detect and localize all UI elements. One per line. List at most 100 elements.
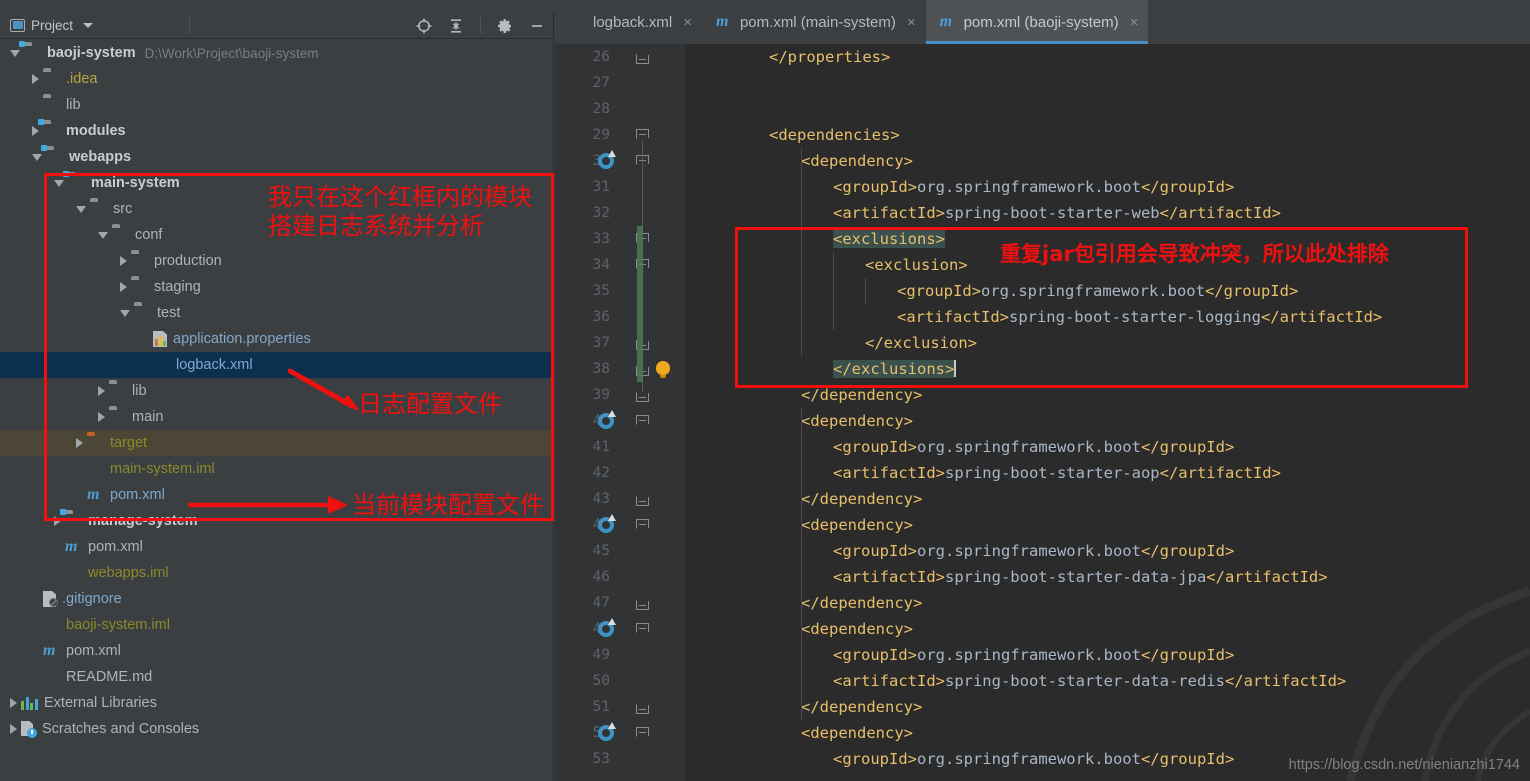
tree-item-external-libraries[interactable]: External Libraries	[0, 690, 553, 716]
code-line-35[interactable]: <groupId>org.springframework.boot</group…	[897, 278, 1298, 304]
gutter-row-29[interactable]: 29	[555, 122, 685, 148]
gutter-row-52[interactable]: 52	[555, 720, 685, 746]
tree-item-staging[interactable]: staging	[0, 274, 553, 300]
tree-item-gitignore[interactable]: .gitignore	[0, 586, 553, 612]
code-line-30[interactable]: <dependency>	[801, 148, 913, 174]
fold-expand-icon[interactable]	[636, 393, 649, 402]
code-line-46[interactable]: <artifactId>spring-boot-starter-data-jpa…	[833, 564, 1328, 590]
gutter-row-50[interactable]: 50	[555, 668, 685, 694]
code-line-53[interactable]: <groupId>org.springframework.boot</group…	[833, 746, 1234, 772]
collapse-all-icon[interactable]	[448, 18, 464, 34]
tree-item-baoji-system-iml[interactable]: baoji-system.iml	[0, 612, 553, 638]
fold-collapse-icon[interactable]	[636, 623, 649, 632]
collapse-arrow-icon[interactable]	[120, 282, 127, 292]
fold-expand-icon[interactable]	[636, 55, 649, 64]
intention-bulb-icon[interactable]	[656, 361, 670, 378]
code-line-48[interactable]: <dependency>	[801, 616, 913, 642]
gutter-row-26[interactable]: 26	[555, 44, 685, 70]
expand-arrow-icon[interactable]	[32, 153, 42, 161]
collapse-arrow-icon[interactable]	[98, 412, 105, 422]
tree-item-baoji-system[interactable]: baoji-system D:\Work\Project\baoji-system	[0, 40, 553, 66]
gutter-row-44[interactable]: 44	[555, 512, 685, 538]
code-line-47[interactable]: </dependency>	[801, 590, 922, 616]
tree-item-test[interactable]: test	[0, 300, 553, 326]
fold-collapse-icon[interactable]	[636, 129, 649, 138]
vcs-change-marker[interactable]	[637, 226, 643, 382]
tab-logback[interactable]: <> logback.xml ×	[555, 0, 702, 44]
fold-collapse-icon[interactable]	[636, 415, 649, 424]
code-line-26[interactable]: </properties>	[769, 44, 890, 70]
code-line-49[interactable]: <groupId>org.springframework.boot</group…	[833, 642, 1234, 668]
collapse-arrow-icon[interactable]	[120, 256, 127, 266]
code-line-45[interactable]: <groupId>org.springframework.boot</group…	[833, 538, 1234, 564]
maven-dependency-marker-icon[interactable]	[598, 150, 616, 169]
settings-gear-icon[interactable]	[497, 18, 513, 34]
tree-item-main-system-iml[interactable]: main-system.iml	[0, 456, 553, 482]
maven-dependency-marker-icon[interactable]	[598, 410, 616, 429]
maven-dependency-marker-icon[interactable]	[598, 722, 616, 741]
locate-in-tree-icon[interactable]	[416, 18, 432, 34]
gutter-row-41[interactable]: 41	[555, 434, 685, 460]
code-line-40[interactable]: <dependency>	[801, 408, 913, 434]
gutter-row-31[interactable]: 31	[555, 174, 685, 200]
fold-expand-icon[interactable]	[636, 497, 649, 506]
tree-item-idea[interactable]: .idea	[0, 66, 553, 92]
tab-close-icon[interactable]: ×	[907, 14, 916, 31]
expand-arrow-icon[interactable]	[120, 309, 130, 317]
code-line-36[interactable]: <artifactId>spring-boot-starter-logging<…	[897, 304, 1382, 330]
tree-item-webapps[interactable]: webapps	[0, 144, 553, 170]
code-line-38[interactable]: </exclusions>	[833, 356, 956, 382]
gutter-row-42[interactable]: 42	[555, 460, 685, 486]
fold-expand-icon[interactable]	[636, 601, 649, 610]
chevron-down-icon[interactable]	[83, 22, 94, 28]
code-line-41[interactable]: <groupId>org.springframework.boot</group…	[833, 434, 1234, 460]
code-line-42[interactable]: <artifactId>spring-boot-starter-aop</art…	[833, 460, 1281, 486]
gutter-row-53[interactable]: 53	[555, 746, 685, 772]
code-line-34[interactable]: <exclusion>	[865, 252, 968, 278]
editor-gutter[interactable]: 26 27 28 29 30 31 32 33 34 35 36 37 38 39 40 41 42 43 44 45…	[555, 44, 685, 781]
gutter-row-34[interactable]: 34	[555, 252, 685, 278]
collapse-arrow-icon[interactable]	[10, 724, 17, 734]
code-line-43[interactable]: </dependency>	[801, 486, 922, 512]
code-line-50[interactable]: <artifactId>spring-boot-starter-data-red…	[833, 668, 1346, 694]
collapse-arrow-icon[interactable]	[54, 516, 61, 526]
tree-item-pom-root[interactable]: m pom.xml	[0, 638, 553, 664]
project-panel-title-group[interactable]: Project	[0, 18, 94, 33]
collapse-arrow-icon[interactable]	[32, 126, 39, 136]
code-line-52[interactable]: <dependency>	[801, 720, 913, 746]
collapse-arrow-icon[interactable]	[98, 386, 105, 396]
tree-item-modules[interactable]: modules	[0, 118, 553, 144]
gutter-row-30[interactable]: 30	[555, 148, 685, 174]
gutter-row-43[interactable]: 43	[555, 486, 685, 512]
collapse-arrow-icon[interactable]	[10, 698, 17, 708]
code-line-29[interactable]: <dependencies>	[769, 122, 900, 148]
tree-item-lib-root[interactable]: lib	[0, 92, 553, 118]
fold-collapse-icon[interactable]	[636, 727, 649, 736]
gutter-row-47[interactable]: 47	[555, 590, 685, 616]
tree-item-logback-xml[interactable]: <> logback.xml	[0, 352, 553, 378]
maven-dependency-marker-icon[interactable]	[598, 618, 616, 637]
tree-item-production[interactable]: production	[0, 248, 553, 274]
code-editor[interactable]: 26 27 28 29 30 31 32 33 34 35 36 37 38 39 40 41 42 43 44 45…	[555, 44, 1530, 781]
gutter-row-33[interactable]: 33	[555, 226, 685, 252]
tree-item-pom-webapps[interactable]: m pom.xml	[0, 534, 553, 560]
gutter-row-48[interactable]: 48	[555, 616, 685, 642]
gutter-row-28[interactable]: 28	[555, 96, 685, 122]
code-line-32[interactable]: <artifactId>spring-boot-starter-web</art…	[833, 200, 1281, 226]
code-line-51[interactable]: </dependency>	[801, 694, 922, 720]
expand-arrow-icon[interactable]	[10, 49, 20, 57]
tree-item-readme[interactable]: MD README.md	[0, 664, 553, 690]
gutter-row-37[interactable]: 37	[555, 330, 685, 356]
expand-arrow-icon[interactable]	[76, 205, 86, 213]
fold-expand-icon[interactable]	[636, 705, 649, 714]
tab-pom-baoji[interactable]: m pom.xml (baoji-system) ×	[925, 0, 1149, 44]
tab-pom-main[interactable]: m pom.xml (main-system) ×	[702, 0, 926, 44]
gutter-row-38[interactable]: 38	[555, 356, 685, 382]
code-content[interactable]: </properties> <dependencies> <dependency> <…	[685, 44, 1530, 781]
collapse-arrow-icon[interactable]	[32, 74, 39, 84]
gutter-row-36[interactable]: 36	[555, 304, 685, 330]
gutter-row-35[interactable]: 35	[555, 278, 685, 304]
tab-close-icon[interactable]: ×	[1130, 14, 1139, 31]
fold-collapse-icon[interactable]	[636, 519, 649, 528]
editor-tab-bar[interactable]: <> logback.xml × m pom.xml (main-system) × m po…	[555, 0, 1530, 44]
